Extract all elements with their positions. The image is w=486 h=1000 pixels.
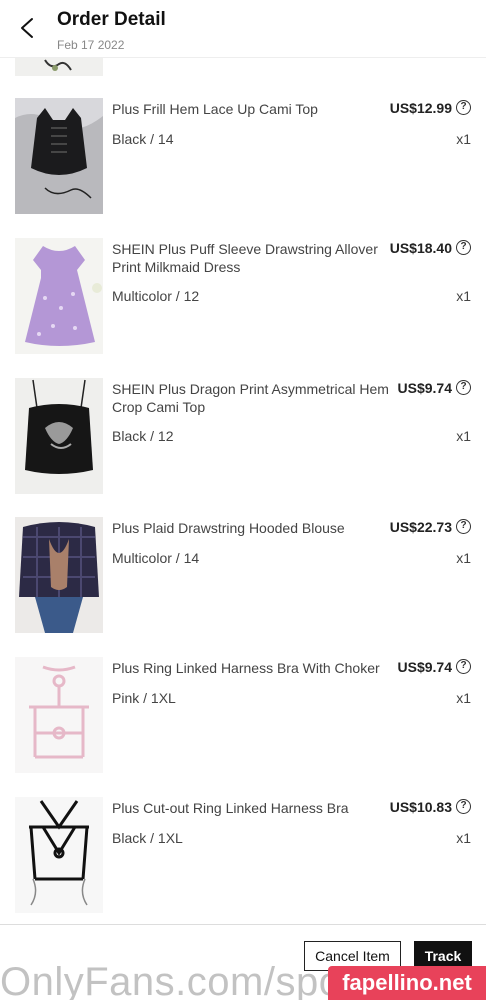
order-date: Feb 17 2022 bbox=[57, 38, 125, 52]
help-circle-icon[interactable]: ? bbox=[456, 100, 471, 115]
product-variant: Black / 12 bbox=[112, 428, 174, 444]
product-quantity: x1 bbox=[456, 830, 471, 846]
product-quantity: x1 bbox=[456, 131, 471, 147]
help-circle-icon[interactable]: ? bbox=[456, 519, 471, 534]
product-image[interactable] bbox=[15, 797, 103, 913]
back-arrow-icon[interactable] bbox=[14, 14, 42, 42]
product-name[interactable]: SHEIN Plus Dragon Print Asymmetrical Hem… bbox=[112, 380, 390, 416]
page-title: Order Detail bbox=[57, 9, 166, 30]
product-price: US$9.74 bbox=[397, 659, 452, 675]
product-variant: Black / 14 bbox=[112, 131, 174, 147]
header-bar: Order Detail Feb 17 2022 bbox=[0, 0, 486, 58]
product-image[interactable] bbox=[15, 98, 103, 214]
help-circle-icon[interactable]: ? bbox=[456, 799, 471, 814]
product-quantity: x1 bbox=[456, 690, 471, 706]
product-quantity: x1 bbox=[456, 428, 471, 444]
order-item[interactable]: SHEIN Plus Dragon Print Asymmetrical Hem… bbox=[0, 378, 486, 518]
product-price: US$18.40 bbox=[389, 240, 452, 256]
product-name[interactable]: Plus Plaid Drawstring Hooded Blouse bbox=[112, 519, 390, 537]
product-variant: Multicolor / 12 bbox=[112, 288, 200, 304]
product-quantity: x1 bbox=[456, 288, 471, 304]
product-price: US$12.99 bbox=[389, 100, 452, 116]
order-item[interactable]: Plus Frill Hem Lace Up Cami Top US$12.99… bbox=[0, 98, 486, 238]
product-price: US$9.74 bbox=[397, 380, 452, 396]
product-quantity: x1 bbox=[456, 550, 471, 566]
product-price: US$22.73 bbox=[389, 519, 452, 535]
product-name[interactable]: Plus Frill Hem Lace Up Cami Top bbox=[112, 100, 390, 118]
product-name[interactable]: SHEIN Plus Puff Sleeve Drawstring Allove… bbox=[112, 240, 390, 276]
product-name[interactable]: Plus Cut-out Ring Linked Harness Bra bbox=[112, 799, 390, 817]
watermark-badge: fapellino.net bbox=[328, 966, 486, 1000]
product-variant: Black / 1XL bbox=[112, 830, 183, 846]
product-name[interactable]: Plus Ring Linked Harness Bra With Choker bbox=[112, 659, 390, 677]
order-item[interactable]: Plus Plaid Drawstring Hooded Blouse US$2… bbox=[0, 517, 486, 657]
product-price: US$10.83 bbox=[389, 799, 452, 815]
watermark-text: OnlyFans.com/spo bbox=[0, 960, 342, 1000]
help-circle-icon[interactable]: ? bbox=[456, 659, 471, 674]
help-circle-icon[interactable]: ? bbox=[456, 240, 471, 255]
order-item[interactable]: SHEIN Plus Puff Sleeve Drawstring Allove… bbox=[0, 238, 486, 378]
order-item[interactable]: Plus Ring Linked Harness Bra With Choker… bbox=[0, 657, 486, 797]
product-variant: Multicolor / 14 bbox=[112, 550, 200, 566]
order-item[interactable]: Plus Cut-out Ring Linked Harness Bra US$… bbox=[0, 797, 486, 937]
help-circle-icon[interactable]: ? bbox=[456, 380, 471, 395]
product-image[interactable] bbox=[15, 517, 103, 633]
product-image[interactable] bbox=[15, 238, 103, 354]
product-variant: Pink / 1XL bbox=[112, 690, 176, 706]
product-image[interactable] bbox=[15, 378, 103, 494]
product-image[interactable] bbox=[15, 657, 103, 773]
